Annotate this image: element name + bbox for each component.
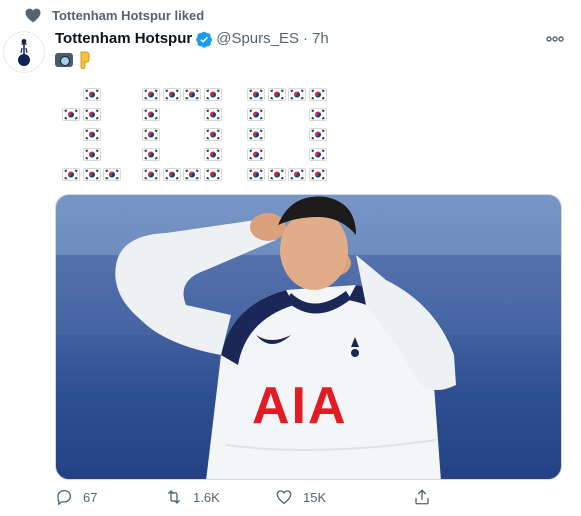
south-korea-flag-emoji	[142, 108, 160, 121]
author-handle[interactable]: @Spurs_ES	[216, 29, 299, 49]
south-korea-flag-emoji	[308, 108, 327, 121]
south-korea-flag-emoji	[247, 88, 265, 101]
south-korea-flag-emoji	[142, 148, 160, 161]
tweet-media-image[interactable]: AIA	[55, 194, 562, 480]
south-korea-flag-emoji	[142, 168, 160, 181]
svg-text:AIA: AIA	[252, 377, 348, 435]
reply-button[interactable]: 67	[55, 488, 165, 506]
south-korea-flag-emoji	[308, 88, 327, 101]
south-korea-flag-emoji	[203, 108, 222, 121]
south-korea-flag-emoji	[247, 128, 265, 141]
south-korea-flag-emoji	[82, 148, 101, 161]
more-options-icon[interactable]	[545, 32, 565, 46]
south-korea-flag-emoji	[267, 88, 286, 101]
pointing-down-icon	[80, 51, 90, 69]
south-korea-flag-emoji	[288, 168, 306, 181]
tweet-timestamp[interactable]: 7h	[312, 29, 329, 49]
south-korea-flag-emoji	[183, 168, 201, 181]
south-korea-flag-emoji	[103, 168, 121, 181]
heart-icon	[25, 8, 41, 23]
south-korea-flag-emoji	[162, 168, 181, 181]
south-korea-flag-emoji	[62, 108, 80, 121]
retweet-count: 1.6K	[193, 489, 220, 505]
south-korea-flag-emoji	[82, 128, 101, 141]
south-korea-flag-emoji	[183, 88, 201, 101]
south-korea-flag-emoji	[203, 88, 222, 101]
reply-count: 67	[83, 489, 98, 505]
camera-with-flash-icon	[55, 53, 73, 67]
separator-dot: ·	[302, 30, 308, 47]
south-korea-flag-emoji	[82, 168, 101, 181]
share-icon	[415, 489, 429, 505]
retweet-icon	[168, 490, 180, 504]
south-korea-flag-emoji	[203, 148, 222, 161]
tweet-text	[55, 50, 93, 70]
south-korea-flag-emoji	[203, 168, 222, 181]
south-korea-flag-emoji	[142, 128, 160, 141]
like-count: 15K	[303, 489, 327, 505]
reply-icon	[57, 489, 72, 506]
like-heart-icon	[276, 490, 292, 505]
like-button[interactable]: 15K	[275, 488, 413, 506]
spurs-crest-icon	[18, 39, 30, 66]
south-korea-flag-emoji	[247, 148, 265, 161]
player-photo: AIA	[56, 195, 561, 479]
south-korea-flag-emoji	[308, 128, 327, 141]
south-korea-flag-emoji	[82, 108, 101, 121]
south-korea-flag-emoji	[142, 88, 160, 101]
south-korea-flag-emoji	[267, 168, 286, 181]
retweet-button[interactable]: 1.6K	[165, 488, 275, 506]
south-korea-flag-emoji	[162, 88, 181, 101]
south-korea-flag-emoji	[308, 148, 327, 161]
avatar[interactable]	[3, 31, 45, 73]
south-korea-flag-emoji	[82, 88, 101, 101]
tweet-header: Tottenham Hotspur @Spurs_ES · 7h	[55, 29, 565, 49]
social-context-text: Tottenham Hotspur liked	[52, 7, 205, 23]
share-button[interactable]	[413, 488, 431, 506]
south-korea-flag-emoji	[288, 88, 306, 101]
south-korea-flag-emoji	[62, 168, 80, 181]
social-context[interactable]: Tottenham Hotspur liked	[24, 6, 204, 24]
south-korea-flag-emoji	[247, 168, 265, 181]
tweet-actions: 67 1.6K 15K	[55, 488, 495, 506]
south-korea-flag-emoji	[203, 128, 222, 141]
south-korea-flag-emoji	[247, 108, 265, 121]
verified-badge-icon	[196, 31, 213, 48]
author-name[interactable]: Tottenham Hotspur	[55, 29, 192, 49]
south-korea-flag-emoji	[308, 168, 327, 181]
